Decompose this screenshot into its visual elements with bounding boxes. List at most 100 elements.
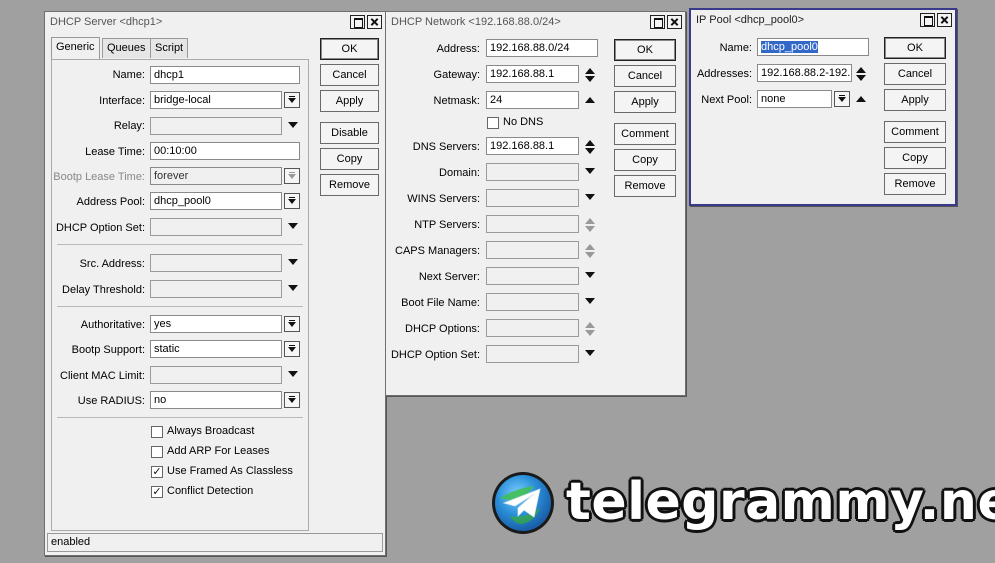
comment-button[interactable]: Comment	[884, 121, 946, 143]
copy-button[interactable]: Copy	[884, 147, 946, 169]
use-framed-checkbox[interactable]: ✓	[151, 466, 163, 478]
boot-file-name-label: Boot File Name:	[401, 297, 480, 309]
bootp-lease-time-label: Bootp Lease Time:	[53, 171, 145, 183]
always-broadcast-checkbox[interactable]	[151, 426, 163, 438]
tab-generic[interactable]: Generic	[51, 37, 100, 59]
tab-script[interactable]: Script	[150, 38, 189, 58]
use-radius-dropdown-icon[interactable]	[284, 392, 300, 408]
watermark-text: telegrammy.net	[566, 472, 995, 532]
disable-button[interactable]: Disable	[320, 122, 379, 144]
authoritative-select[interactable]: yes	[150, 315, 282, 333]
remove-button[interactable]: Remove	[320, 174, 379, 196]
addresses-updown-icon[interactable]	[855, 67, 867, 81]
bootp-lease-time-dropdown-icon	[284, 168, 300, 184]
next-pool-collapse-icon[interactable]	[855, 94, 867, 106]
src-address-expand-icon[interactable]	[287, 256, 299, 268]
dns-servers-field[interactable]: 192.168.88.1	[486, 137, 579, 155]
ok-button[interactable]: OK	[884, 37, 946, 59]
apply-button[interactable]: Apply	[614, 91, 676, 113]
telegram-logo-icon	[492, 472, 554, 534]
conflict-detection-label: Conflict Detection	[167, 485, 254, 497]
relay-expand-icon[interactable]	[287, 119, 299, 131]
divider	[57, 417, 303, 418]
dhcp-option-set-field[interactable]	[486, 345, 579, 363]
dhcp-option-set-field[interactable]	[150, 218, 282, 236]
status-bar: enabled	[47, 533, 383, 552]
domain-expand-icon[interactable]	[584, 165, 596, 177]
window-title: DHCP Network <192.168.88.0/24>	[391, 16, 561, 28]
interface-dropdown-icon[interactable]	[284, 92, 300, 108]
relay-field[interactable]	[150, 117, 282, 135]
close-icon[interactable]	[937, 13, 952, 27]
maximize-icon[interactable]	[920, 13, 935, 27]
address-pool-dropdown-icon[interactable]	[284, 193, 300, 209]
always-broadcast-label: Always Broadcast	[167, 425, 255, 437]
domain-field[interactable]	[486, 163, 579, 181]
tab-queues[interactable]: Queues	[102, 38, 151, 58]
addresses-field[interactable]: 192.168.88.2-192.	[757, 64, 852, 82]
bootp-support-dropdown-icon[interactable]	[284, 341, 300, 357]
wins-servers-field[interactable]	[486, 189, 579, 207]
relay-label: Relay:	[113, 120, 145, 132]
authoritative-dropdown-icon[interactable]	[284, 316, 300, 332]
copy-button[interactable]: Copy	[614, 149, 676, 171]
remove-button[interactable]: Remove	[614, 175, 676, 197]
copy-button[interactable]: Copy	[320, 148, 379, 170]
delay-threshold-expand-icon[interactable]	[287, 282, 299, 294]
name-field[interactable]: dhcp_pool0	[757, 38, 869, 56]
use-radius-select[interactable]: no	[150, 391, 282, 409]
dns-servers-updown-icon[interactable]	[584, 140, 596, 154]
gateway-updown-icon[interactable]	[584, 68, 596, 82]
comment-button[interactable]: Comment	[614, 123, 676, 145]
wins-servers-expand-icon[interactable]	[584, 191, 596, 203]
no-dns-checkbox[interactable]	[487, 117, 499, 129]
bootp-support-select[interactable]: static	[150, 340, 282, 358]
interface-select[interactable]: bridge-local	[150, 91, 282, 109]
add-arp-checkbox[interactable]	[151, 446, 163, 458]
maximize-icon[interactable]	[350, 15, 365, 29]
window-title: DHCP Server <dhcp1>	[50, 16, 163, 28]
client-mac-limit-field[interactable]	[150, 366, 282, 384]
ok-button[interactable]: OK	[320, 38, 379, 60]
dhcp-option-set-expand-icon[interactable]	[287, 220, 299, 232]
delay-threshold-field[interactable]	[150, 280, 282, 298]
client-mac-limit-expand-icon[interactable]	[287, 368, 299, 380]
address-label: Address:	[436, 43, 480, 55]
apply-button[interactable]: Apply	[884, 89, 946, 111]
gateway-field[interactable]: 192.168.88.1	[486, 65, 579, 83]
next-pool-dropdown-icon[interactable]	[834, 91, 850, 107]
cancel-button[interactable]: Cancel	[884, 63, 946, 85]
cancel-button[interactable]: Cancel	[320, 64, 379, 86]
ip-pool-window: IP Pool <dhcp_pool0> Name: dhcp_pool0 Ad…	[689, 8, 957, 206]
boot-file-name-field[interactable]	[486, 293, 579, 311]
maximize-icon[interactable]	[650, 15, 665, 29]
netmask-collapse-icon[interactable]	[584, 95, 596, 107]
next-server-expand-icon[interactable]	[584, 269, 596, 281]
caps-managers-field[interactable]	[486, 241, 579, 259]
ip-pool-titlebar[interactable]: IP Pool <dhcp_pool0>	[691, 10, 955, 31]
address-field[interactable]: 192.168.88.0/24	[486, 39, 598, 57]
lease-time-field[interactable]: 00:10:00	[150, 142, 300, 160]
dhcp-server-titlebar[interactable]: DHCP Server <dhcp1>	[45, 12, 385, 33]
ok-button[interactable]: OK	[614, 39, 676, 61]
dhcp-option-set-expand-icon[interactable]	[584, 347, 596, 359]
address-pool-select[interactable]: dhcp_pool0	[150, 192, 282, 210]
apply-button[interactable]: Apply	[320, 90, 379, 112]
dhcp-network-titlebar[interactable]: DHCP Network <192.168.88.0/24>	[386, 12, 685, 33]
authoritative-label: Authoritative:	[80, 319, 145, 331]
boot-file-name-expand-icon[interactable]	[584, 295, 596, 307]
close-icon[interactable]	[667, 15, 682, 29]
netmask-field[interactable]: 24	[486, 91, 579, 109]
dhcp-options-field[interactable]	[486, 319, 579, 337]
src-address-field[interactable]	[150, 254, 282, 272]
next-server-field[interactable]	[486, 267, 579, 285]
next-pool-select[interactable]: none	[757, 90, 832, 108]
addresses-label: Addresses:	[696, 68, 752, 80]
dns-servers-label: DNS Servers:	[412, 141, 480, 153]
ntp-servers-field[interactable]	[486, 215, 579, 233]
close-icon[interactable]	[367, 15, 382, 29]
cancel-button[interactable]: Cancel	[614, 65, 676, 87]
name-field[interactable]: dhcp1	[150, 66, 300, 84]
conflict-detection-checkbox[interactable]: ✓	[151, 486, 163, 498]
remove-button[interactable]: Remove	[884, 173, 946, 195]
